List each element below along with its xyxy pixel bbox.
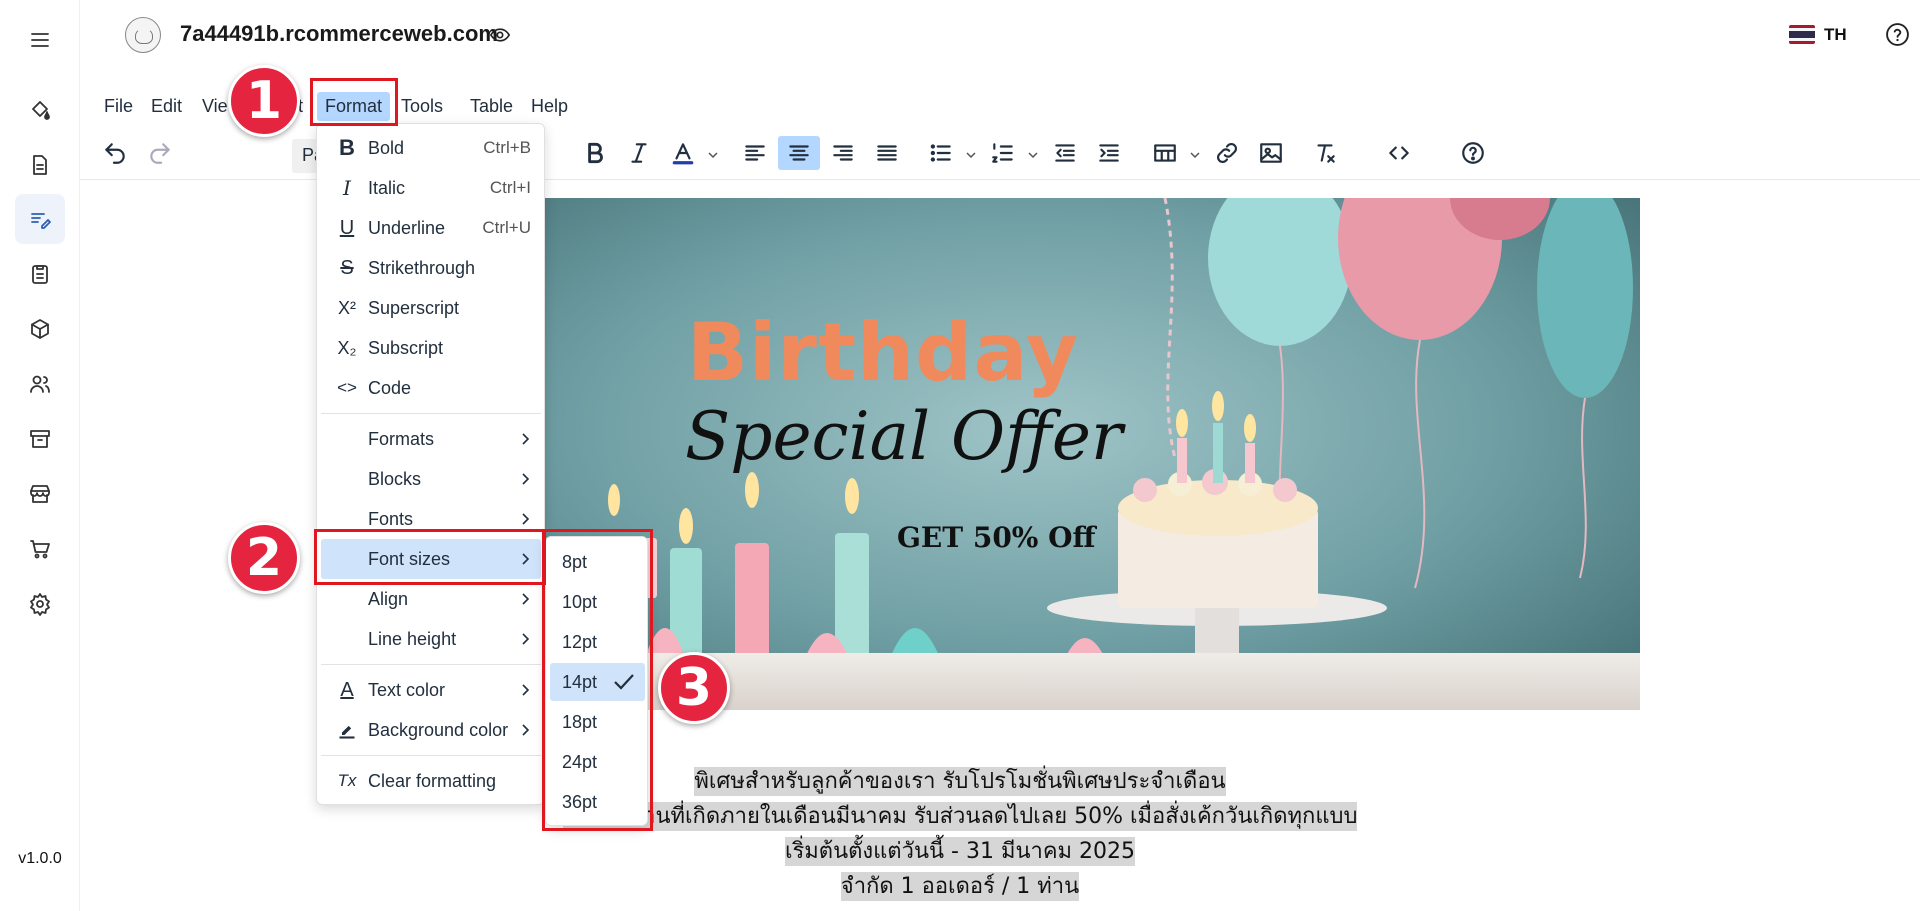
table-icon[interactable] xyxy=(1144,136,1186,170)
menu-table[interactable]: Table xyxy=(462,92,521,121)
paint-bucket-icon[interactable] xyxy=(15,85,65,135)
archive-icon[interactable] xyxy=(15,414,65,464)
align-left-icon[interactable] xyxy=(734,136,776,170)
thai-flag-icon[interactable] xyxy=(1789,25,1815,44)
site-title: 7a44491b.rcommerceweb.com xyxy=(180,21,498,46)
chevron-right-icon xyxy=(522,513,530,525)
chevron-down-icon[interactable] xyxy=(1190,150,1200,160)
content-line-3[interactable]: เริ่มต้นตั้งแต่วันนี้ - 31 มีนาคม 2025 xyxy=(0,833,1920,868)
chevron-down-icon[interactable] xyxy=(966,150,976,160)
italic-icon[interactable] xyxy=(618,136,660,170)
format-align-item[interactable]: Align xyxy=(321,579,541,619)
clear-formatting-icon: Tx xyxy=(337,771,357,790)
align-justify-icon[interactable] xyxy=(866,136,908,170)
top-header: 7a44491b.rcommerceweb.com TH A xyxy=(80,0,1920,70)
menu-divider xyxy=(321,413,541,414)
chevron-right-icon xyxy=(522,684,530,696)
format-background-color-item[interactable]: Background color xyxy=(321,710,541,750)
align-center-icon[interactable] xyxy=(778,136,820,170)
indent-icon[interactable] xyxy=(1088,136,1130,170)
content-line-2[interactable]: สำหรับท่านที่เกิดภายในเดือนมีนาคม รับส่ว… xyxy=(0,798,1920,833)
step-badge-2: 2 xyxy=(228,522,300,594)
format-subscript-item[interactable]: X₂ Subscript xyxy=(321,328,541,368)
menu-tools[interactable]: Tools xyxy=(393,92,451,121)
highlight-box-font-size-list xyxy=(542,529,653,831)
edit-content-icon[interactable] xyxy=(15,194,65,244)
chevron-right-icon xyxy=(522,473,530,485)
redo-icon[interactable] xyxy=(139,136,181,170)
help-icon[interactable] xyxy=(1452,136,1494,170)
step-badge-3: 3 xyxy=(658,652,730,724)
align-right-icon[interactable] xyxy=(822,136,864,170)
help-circle-icon[interactable] xyxy=(1885,22,1910,47)
italic-icon: I xyxy=(343,176,351,200)
menu-help[interactable]: Help xyxy=(523,92,576,121)
highlight-box-format-menu xyxy=(310,78,398,126)
format-underline-item[interactable]: U Underline Ctrl+U xyxy=(321,208,541,248)
format-text-color-item[interactable]: A Text color xyxy=(321,670,541,710)
undo-icon[interactable] xyxy=(94,136,136,170)
chevron-right-icon xyxy=(522,724,530,736)
banner-title: Birthday xyxy=(687,306,1079,399)
strikethrough-icon: S xyxy=(340,256,354,279)
banner-subtitle: Special Offer xyxy=(685,398,1123,475)
numbered-list-icon[interactable] xyxy=(982,136,1024,170)
menu-edit[interactable]: Edit xyxy=(143,92,190,121)
format-line-height-item[interactable]: Line height xyxy=(321,619,541,659)
format-superscript-item[interactable]: X² Superscript xyxy=(321,288,541,328)
eye-icon[interactable] xyxy=(490,27,510,43)
chevron-right-icon xyxy=(522,593,530,605)
underline-icon: U xyxy=(339,216,355,239)
settings-gear-icon[interactable] xyxy=(15,579,65,629)
image-icon[interactable] xyxy=(1250,136,1292,170)
code-icon: <> xyxy=(337,378,357,397)
birthday-banner-image[interactable]: Birthday Special Offer GET 50% Off xyxy=(545,198,1640,710)
format-formats-item[interactable]: Formats xyxy=(321,419,541,459)
users-icon[interactable] xyxy=(15,359,65,409)
box-icon[interactable] xyxy=(15,304,65,354)
cart-icon[interactable] xyxy=(15,524,65,574)
format-blocks-item[interactable]: Blocks xyxy=(321,459,541,499)
step-badge-1: 1 xyxy=(228,65,300,137)
bullet-list-icon[interactable] xyxy=(920,136,962,170)
format-code-item[interactable]: <> Code xyxy=(321,368,541,408)
superscript-icon: X² xyxy=(338,297,356,318)
format-dropdown-menu: B Bold Ctrl+B I Italic Ctrl+I U Underlin… xyxy=(316,123,545,805)
text-color-icon[interactable] xyxy=(662,136,704,170)
format-clear-formatting-item[interactable]: Tx Clear formatting xyxy=(321,761,541,801)
source-code-icon[interactable] xyxy=(1378,136,1420,170)
chevron-down-icon[interactable] xyxy=(708,150,718,160)
store-icon[interactable] xyxy=(15,469,65,519)
bold-icon: B xyxy=(339,135,355,160)
format-italic-item[interactable]: I Italic Ctrl+I xyxy=(321,168,541,208)
hamburger-menu-icon[interactable] xyxy=(15,15,65,65)
banner-offer: GET 50% Off xyxy=(897,521,1096,554)
content-line-4[interactable]: จำกัด 1 ออเดอร์ / 1 ท่าน xyxy=(0,868,1920,903)
subscript-icon: X₂ xyxy=(337,337,357,358)
highlighter-icon xyxy=(339,725,355,739)
chevron-down-icon[interactable] xyxy=(1028,150,1038,160)
chevron-right-icon xyxy=(522,433,530,445)
document-icon[interactable] xyxy=(15,140,65,190)
text-color-icon: A xyxy=(340,678,354,701)
format-bold-item[interactable]: B Bold Ctrl+B xyxy=(321,128,541,168)
link-icon[interactable] xyxy=(1206,136,1248,170)
bold-icon[interactable] xyxy=(574,136,616,170)
content-line-1[interactable]: พิเศษสำหรับลูกค้าของเรา รับโปรโมชั่นพิเศ… xyxy=(0,763,1920,798)
format-strikethrough-item[interactable]: S Strikethrough xyxy=(321,248,541,288)
menu-divider xyxy=(321,755,541,756)
site-logo xyxy=(125,17,161,53)
highlight-box-font-sizes xyxy=(314,529,546,585)
chevron-right-icon xyxy=(522,633,530,645)
menu-file[interactable]: File xyxy=(96,92,141,121)
outdent-icon[interactable] xyxy=(1044,136,1086,170)
clear-formatting-icon[interactable] xyxy=(1304,136,1346,170)
language-label[interactable]: TH xyxy=(1824,25,1847,45)
clipboard-icon[interactable] xyxy=(15,249,65,299)
menu-divider xyxy=(321,664,541,665)
